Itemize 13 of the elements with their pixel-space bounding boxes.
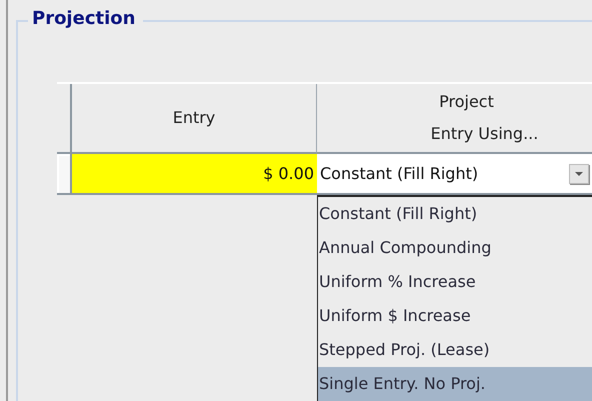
- corner-header: [57, 84, 72, 154]
- dropdown-option[interactable]: Single Entry. No Proj.: [318, 367, 592, 401]
- dropdown-option[interactable]: Constant (Fill Right): [318, 197, 592, 231]
- dropdown-option[interactable]: Uniform % Increase: [318, 265, 592, 299]
- row-header[interactable]: [57, 154, 72, 195]
- dropdown-option[interactable]: Uniform $ Increase: [318, 299, 592, 333]
- header-text: Project: [439, 91, 494, 113]
- dropdown-option[interactable]: Annual Compounding: [318, 231, 592, 265]
- header-text: Entry Using...: [430, 123, 538, 145]
- dropdown-option[interactable]: Stepped Proj. (Lease): [318, 333, 592, 367]
- entry-cell[interactable]: $ 0.00: [72, 154, 317, 195]
- group-title: Projection: [28, 7, 144, 31]
- header-text: Entry: [172, 107, 216, 129]
